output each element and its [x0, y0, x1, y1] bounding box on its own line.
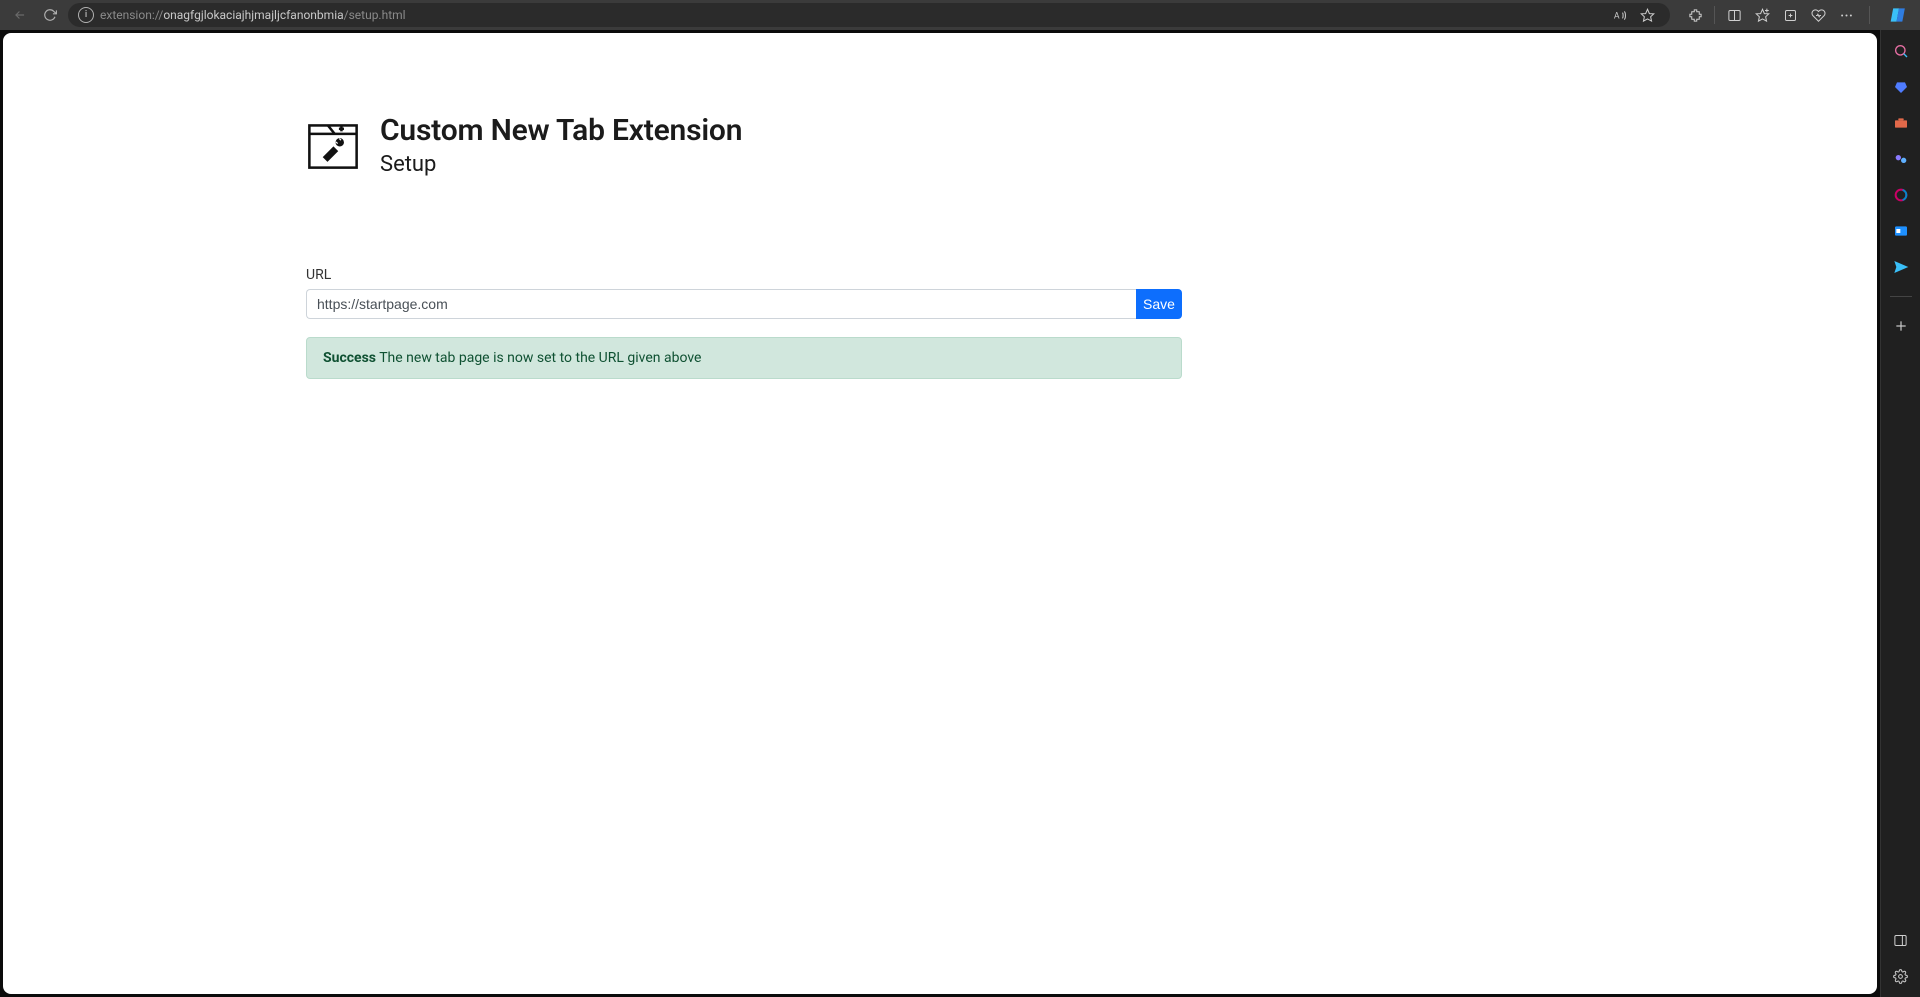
url-input[interactable] — [306, 289, 1136, 319]
page-title: Custom New Tab Extension — [380, 113, 742, 148]
url-label: URL — [306, 267, 1182, 283]
alert-strong: Success — [323, 350, 376, 366]
browser-essentials-icon[interactable] — [1805, 2, 1831, 28]
extensions-icon[interactable] — [1682, 2, 1708, 28]
sidebar-divider — [1890, 296, 1912, 297]
sidebar-tools-icon[interactable] — [1890, 112, 1912, 134]
toolbar-divider — [1714, 6, 1715, 24]
svg-text:A: A — [1613, 11, 1619, 21]
save-button[interactable]: Save — [1136, 289, 1182, 319]
split-screen-icon[interactable] — [1721, 2, 1747, 28]
toolbar-divider-2 — [1869, 6, 1870, 24]
page-wrap: Custom New Tab Extension Setup URL Save … — [0, 30, 1880, 997]
sidebar-plus-icon[interactable] — [1890, 315, 1912, 337]
sidebar-games-icon[interactable] — [1890, 148, 1912, 170]
copilot-icon[interactable] — [1886, 2, 1912, 28]
page-subtitle: Setup — [380, 152, 742, 177]
sidebar-outlook-icon[interactable] — [1890, 220, 1912, 242]
page-header: Custom New Tab Extension Setup — [306, 113, 1182, 177]
favorites-icon[interactable] — [1749, 2, 1775, 28]
page: Custom New Tab Extension Setup URL Save … — [3, 33, 1877, 994]
address-bar[interactable]: i extension://onagfgjlokaciajhjmajljcfan… — [68, 3, 1670, 27]
sidebar-drop-icon[interactable] — [1890, 256, 1912, 278]
favorite-star-icon[interactable] — [1634, 2, 1660, 28]
success-alert: Success The new tab page is now set to t… — [306, 337, 1182, 379]
edge-sidebar — [1880, 30, 1920, 997]
page-container: Custom New Tab Extension Setup URL Save … — [306, 113, 1182, 379]
refresh-button[interactable] — [38, 3, 62, 27]
url-form: URL Save Success The new tab page is now… — [306, 267, 1182, 379]
sidebar-shopping-icon[interactable] — [1890, 76, 1912, 98]
back-button[interactable] — [8, 3, 32, 27]
address-text: extension://onagfgjlokaciajhjmajljcfanon… — [100, 8, 406, 22]
content-row: Custom New Tab Extension Setup URL Save … — [0, 30, 1920, 997]
sidebar-settings-icon[interactable] — [1890, 965, 1912, 987]
input-row: Save — [306, 289, 1182, 319]
more-icon[interactable] — [1833, 2, 1859, 28]
sidebar-m365-icon[interactable] — [1890, 184, 1912, 206]
browser-toolbar: i extension://onagfgjlokaciajhjmajljcfan… — [0, 0, 1920, 30]
alert-message: The new tab page is now set to the URL g… — [376, 350, 701, 366]
sidebar-search-icon[interactable] — [1890, 40, 1912, 62]
read-aloud-icon[interactable]: A — [1606, 2, 1632, 28]
site-info-icon[interactable]: i — [78, 7, 94, 23]
extension-logo — [306, 117, 360, 171]
toolbar-right — [1682, 2, 1859, 28]
sidebar-hide-icon[interactable] — [1890, 929, 1912, 951]
collections-icon[interactable] — [1777, 2, 1803, 28]
